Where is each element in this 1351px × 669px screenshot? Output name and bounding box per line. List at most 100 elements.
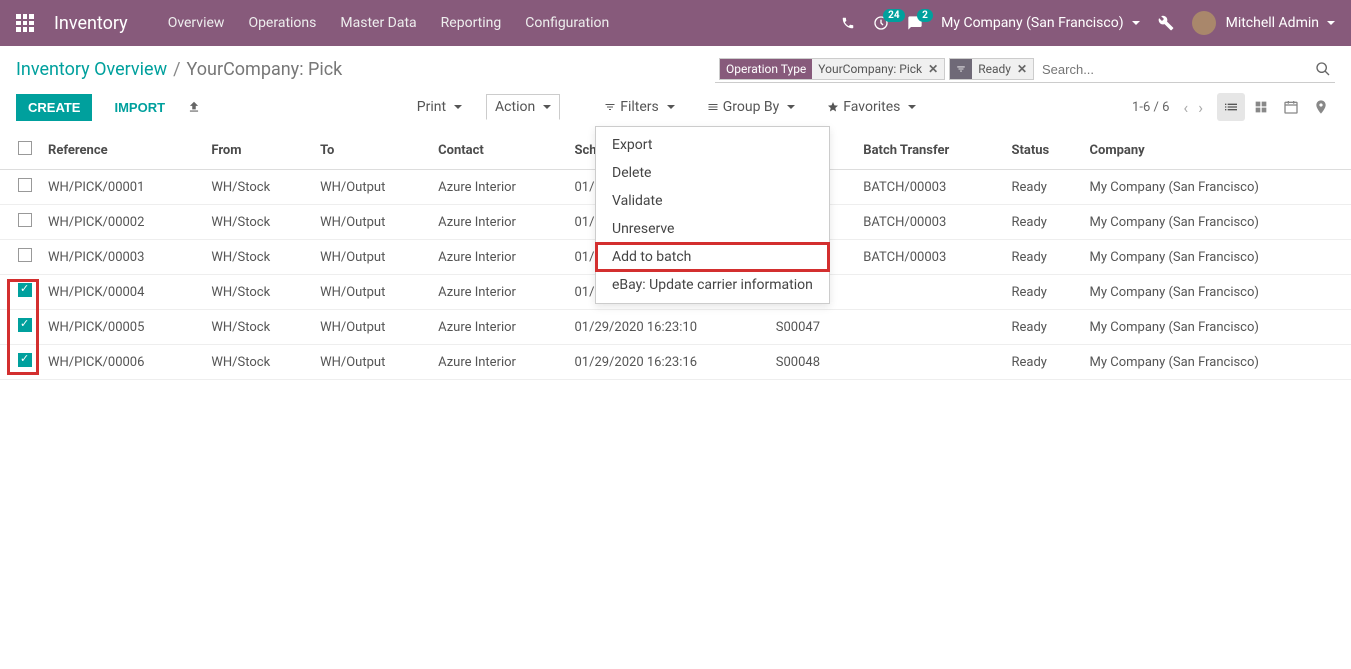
- chevron-down-icon: [787, 105, 795, 109]
- action-menu-item[interactable]: eBay: Update carrier information: [596, 271, 829, 299]
- cell-status: Ready: [1003, 170, 1081, 205]
- pager-prev-icon[interactable]: ‹: [1183, 98, 1188, 117]
- upload-icon[interactable]: [187, 100, 201, 114]
- menu-reporting[interactable]: Reporting: [441, 15, 502, 31]
- chevron-down-icon: [667, 105, 675, 109]
- breadcrumb-separator: /: [173, 59, 180, 80]
- filters-dropdown[interactable]: Filters: [596, 95, 683, 119]
- cell-batch: BATCH/00003: [855, 240, 1003, 275]
- import-button[interactable]: IMPORT: [102, 94, 177, 121]
- pager-text[interactable]: 1-6 / 6: [1132, 100, 1169, 115]
- facet-remove-icon[interactable]: ✕: [928, 62, 938, 76]
- user-name: Mitchell Admin: [1226, 15, 1319, 31]
- debug-icon[interactable]: [1158, 15, 1174, 31]
- cell-from: WH/Stock: [203, 275, 312, 310]
- print-dropdown[interactable]: Print: [409, 95, 470, 119]
- row-checkbox[interactable]: [18, 178, 32, 192]
- facet-value: Ready ✕: [972, 59, 1033, 79]
- pager-nav: ‹ ›: [1183, 98, 1203, 117]
- cell-reference: WH/PICK/00006: [40, 345, 203, 380]
- action-dropdown[interactable]: Action: [486, 94, 560, 120]
- messages-icon[interactable]: 2: [907, 15, 923, 31]
- action-menu-item[interactable]: Validate: [596, 187, 829, 215]
- app-title[interactable]: Inventory: [54, 13, 128, 34]
- breadcrumb-current: YourCompany: Pick: [187, 59, 343, 80]
- cell-from: WH/Stock: [203, 205, 312, 240]
- cell-scheduled: 01/29/2020 16:23:10: [566, 310, 767, 345]
- favorites-dropdown[interactable]: Favorites: [819, 95, 924, 119]
- control-bar: Inventory Overview / YourCompany: Pick O…: [0, 46, 1351, 87]
- search-facet-operation-type: Operation Type YourCompany: Pick ✕: [719, 58, 945, 80]
- pager-area: 1-6 / 6 ‹ ›: [1132, 93, 1335, 121]
- cell-contact: Azure Interior: [430, 345, 566, 380]
- menu-overview[interactable]: Overview: [168, 15, 225, 31]
- cell-status: Ready: [1003, 310, 1081, 345]
- company-selector[interactable]: My Company (San Francisco): [941, 15, 1139, 31]
- search-input[interactable]: [1038, 60, 1311, 79]
- list-view-icon[interactable]: [1217, 93, 1245, 121]
- map-view-icon[interactable]: [1307, 93, 1335, 121]
- action-menu-item[interactable]: Unreserve: [596, 215, 829, 243]
- facet-label: Operation Type: [720, 59, 812, 79]
- select-all-checkbox[interactable]: [18, 141, 32, 155]
- cell-to: WH/Output: [312, 170, 430, 205]
- column-batch[interactable]: Batch Transfer: [855, 131, 1003, 170]
- search-icon[interactable]: [1315, 61, 1331, 77]
- activity-badge: 24: [883, 9, 904, 22]
- activities-icon[interactable]: 24: [873, 15, 889, 31]
- menu-configuration[interactable]: Configuration: [525, 15, 609, 31]
- cell-contact: Azure Interior: [430, 275, 566, 310]
- cell-status: Ready: [1003, 205, 1081, 240]
- cell-batch: BATCH/00003: [855, 205, 1003, 240]
- message-badge: 2: [917, 9, 933, 22]
- cell-status: Ready: [1003, 240, 1081, 275]
- pager-next-icon[interactable]: ›: [1198, 98, 1203, 117]
- column-to[interactable]: To: [312, 131, 430, 170]
- chevron-down-icon: [908, 105, 916, 109]
- column-status[interactable]: Status: [1003, 131, 1081, 170]
- cell-status: Ready: [1003, 275, 1081, 310]
- actions-bar: CREATE IMPORT Print Action Filters Group…: [0, 87, 1351, 131]
- table-row[interactable]: WH/PICK/00006 WH/Stock WH/Output Azure I…: [0, 345, 1351, 380]
- kanban-view-icon[interactable]: [1247, 93, 1275, 121]
- facet-remove-icon[interactable]: ✕: [1017, 62, 1027, 76]
- row-checkbox[interactable]: [18, 318, 32, 332]
- column-contact[interactable]: Contact: [430, 131, 566, 170]
- cell-batch: BATCH/00003: [855, 170, 1003, 205]
- filter-icon: [950, 59, 972, 79]
- user-menu[interactable]: Mitchell Admin: [1192, 11, 1335, 35]
- table-row[interactable]: WH/PICK/00005 WH/Stock WH/Output Azure I…: [0, 310, 1351, 345]
- groupby-dropdown[interactable]: Group By: [699, 95, 804, 119]
- view-switcher: [1217, 93, 1335, 121]
- column-reference[interactable]: Reference: [40, 131, 203, 170]
- chevron-down-icon: [543, 105, 551, 109]
- cell-contact: Azure Interior: [430, 310, 566, 345]
- row-checkbox[interactable]: [18, 283, 32, 297]
- cell-company: My Company (San Francisco): [1082, 310, 1351, 345]
- cell-batch: [855, 310, 1003, 345]
- cell-to: WH/Output: [312, 345, 430, 380]
- row-checkbox[interactable]: [18, 353, 32, 367]
- menu-operations[interactable]: Operations: [248, 15, 316, 31]
- chevron-down-icon: [1132, 21, 1140, 25]
- action-menu-item[interactable]: Add to batch: [596, 243, 829, 271]
- topbar: Inventory Overview Operations Master Dat…: [0, 0, 1351, 46]
- cell-scheduled: 01/29/2020 16:23:16: [566, 345, 767, 380]
- cell-to: WH/Output: [312, 205, 430, 240]
- row-checkbox[interactable]: [18, 213, 32, 227]
- cell-contact: Azure Interior: [430, 240, 566, 275]
- cell-company: My Company (San Francisco): [1082, 275, 1351, 310]
- column-company[interactable]: Company: [1082, 131, 1351, 170]
- topbar-right: 24 2 My Company (San Francisco) Mitchell…: [841, 11, 1335, 35]
- menu-master-data[interactable]: Master Data: [340, 15, 416, 31]
- create-button[interactable]: CREATE: [16, 94, 92, 121]
- cell-to: WH/Output: [312, 275, 430, 310]
- action-menu-item[interactable]: Delete: [596, 159, 829, 187]
- row-checkbox[interactable]: [18, 248, 32, 262]
- calendar-view-icon[interactable]: [1277, 93, 1305, 121]
- action-menu-item[interactable]: Export: [596, 131, 829, 159]
- phone-icon[interactable]: [841, 16, 855, 30]
- column-from[interactable]: From: [203, 131, 312, 170]
- apps-icon[interactable]: [16, 14, 34, 32]
- breadcrumb-link[interactable]: Inventory Overview: [16, 59, 167, 80]
